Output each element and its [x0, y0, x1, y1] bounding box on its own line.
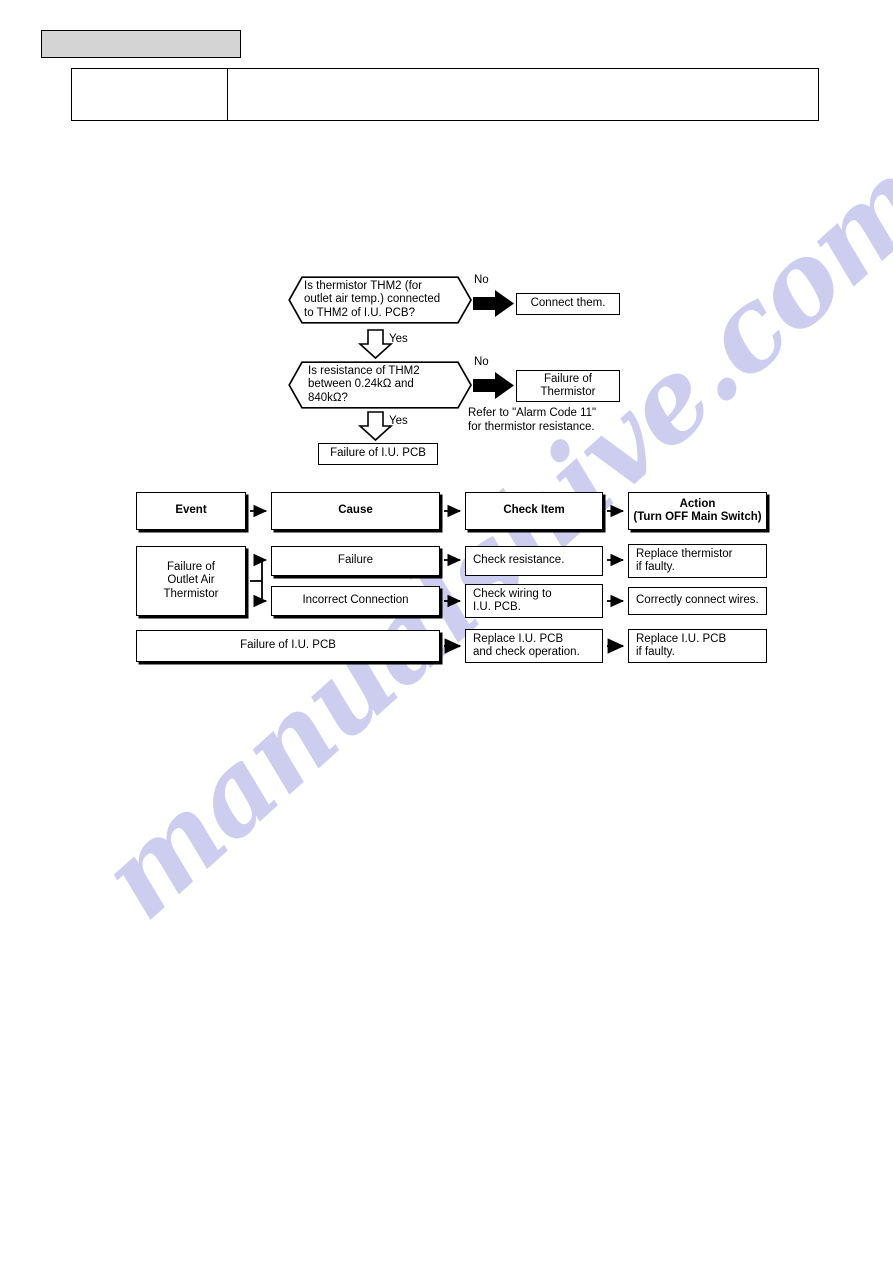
table-header-action: Action (Turn OFF Main Switch) [628, 492, 767, 530]
failure-of-iu-pcb-box: Failure of I.U. PCB [318, 443, 438, 465]
table-row-1-branch-1-action: Replace thermistor if faulty. [628, 544, 767, 578]
table-row-1-branch-2-action: Correctly connect wires. [628, 587, 767, 615]
table-row-2-action: Replace I.U. PCB if faulty. [628, 629, 767, 663]
decision-1-yes-label: Yes [389, 333, 408, 345]
table-row-1-branch-1-cause: Failure [271, 546, 440, 576]
hollow-arrow-yes-1 [357, 329, 394, 360]
table-row-1-event: Failure of Outlet Air Thermistor [136, 546, 246, 616]
table-row-2-check: Replace I.U. PCB and check operation. [465, 629, 603, 663]
table-row-1-branch-1-check: Check resistance. [465, 546, 603, 576]
header-badge [41, 30, 241, 58]
decision-node-2-label: Is resistance of THM2 between 0.24kΩ and… [308, 364, 420, 404]
table-row-1-branch-2-cause: Incorrect Connection [271, 586, 440, 616]
decision-2-yes-label: Yes [389, 415, 408, 427]
table-row-1-branch-2-check: Check wiring to I.U. PCB. [465, 584, 603, 618]
decision-node-1: Is thermistor THM2 (for outlet air temp.… [288, 276, 472, 324]
decision-2-no-label: No [474, 356, 489, 368]
connect-them-box: Connect them. [516, 293, 620, 315]
decision-1-no-label: No [474, 274, 489, 286]
failure-of-thermistor-box: Failure of Thermistor [516, 370, 620, 402]
hollow-arrow-yes-2 [357, 411, 394, 442]
header-table-cell-left [72, 69, 228, 120]
decision-node-1-label: Is thermistor THM2 (for outlet air temp.… [304, 279, 441, 319]
block-arrow-no-2 [473, 372, 514, 399]
table-header-event: Event [136, 492, 246, 530]
table-header-check-item: Check Item [465, 492, 603, 530]
row1-branch-connector [250, 553, 268, 608]
alarm-code-note: Refer to "Alarm Code 11" for thermistor … [468, 407, 597, 433]
header-table-cell-right [228, 69, 818, 120]
table-header-cause: Cause [271, 492, 440, 530]
decision-node-2: Is resistance of THM2 between 0.24kΩ and… [288, 361, 472, 409]
table-row-2-event: Failure of I.U. PCB [136, 630, 440, 662]
page-content: Is thermistor THM2 (for outlet air temp.… [0, 0, 893, 1263]
header-table [71, 68, 819, 121]
block-arrow-no-1 [473, 290, 514, 317]
